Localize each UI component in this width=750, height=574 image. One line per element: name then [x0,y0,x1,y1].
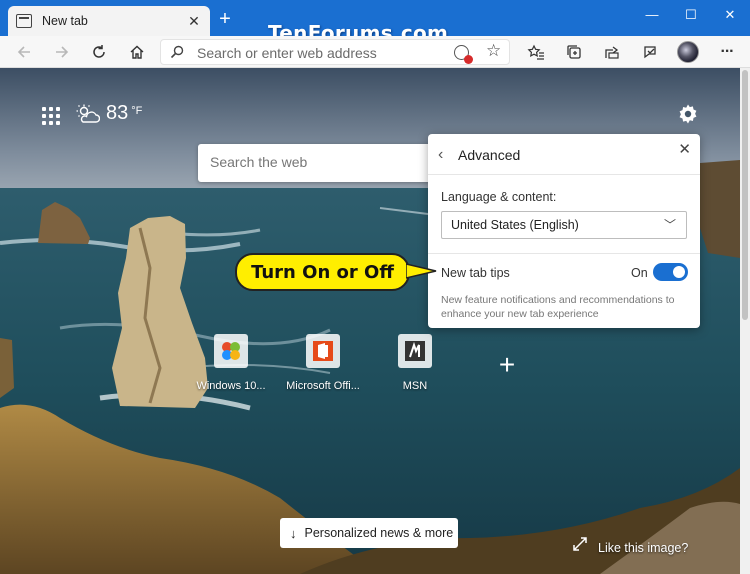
new-tab-page-icon [16,14,32,28]
home-icon [130,45,144,59]
language-select[interactable]: United States (English) ﹀ [441,211,687,239]
web-search-input[interactable] [210,154,430,170]
minimize-button[interactable]: — [632,4,672,26]
quick-link-label: MSN [402,380,428,392]
temperature-unit: °F [131,104,143,117]
title-bar: New tab ✕ + TenForums.com — ☐ ✕ [0,0,750,45]
collections-icon [567,45,581,59]
tab-close-button[interactable]: ✕ [186,13,202,30]
panel-title: Advanced [458,147,521,163]
chevron-down-icon: ﹀ [663,218,676,232]
share-button[interactable] [599,40,625,64]
tab-title: New tab [42,14,88,28]
tracking-prevention-icon[interactable] [454,45,473,64]
panel-header: ‹ Advanced ✕ [428,134,700,175]
gear-icon[interactable] [676,102,700,126]
back-button[interactable] [11,40,37,64]
forward-button[interactable] [49,40,75,64]
quick-link-label: Microsoft Offi... [286,380,360,392]
windows-logo-icon [214,334,248,368]
back-chevron-icon[interactable]: ‹ [438,146,443,164]
feedback-button[interactable] [637,40,663,64]
news-button-label: Personalized news & more [304,526,454,540]
language-select-value: United States (English) [451,218,579,232]
quick-link-label: Windows 10... [196,380,266,392]
add-quick-link-button[interactable]: + [495,351,519,379]
collections-button[interactable] [561,40,587,64]
new-tab-tips-label: New tab tips [441,266,510,280]
msn-logo-icon [398,334,432,368]
apps-grid-icon[interactable] [42,107,60,125]
new-tab-button[interactable]: + [216,8,234,30]
partly-sunny-icon [76,104,100,123]
address-bar[interactable]: ☆ [160,39,510,65]
favorite-star-icon[interactable]: ☆ [486,41,501,61]
toggle-state-text: On [631,266,648,280]
arrow-left-icon [17,46,30,58]
callout-bubble: Turn On or Off [235,253,410,291]
scrollbar-thumb[interactable] [742,70,748,320]
expand-icon[interactable] [573,537,587,551]
quick-link-msn[interactable]: MSN [375,334,455,392]
divider [428,253,700,254]
quick-link-office[interactable]: Microsoft Offi... [283,334,363,392]
tab-new-tab[interactable]: New tab ✕ [8,6,210,36]
temperature: 83 [106,102,129,124]
quick-link-windows10[interactable]: Windows 10... [191,334,271,392]
callout-pointer [406,263,437,279]
search-icon [170,45,184,59]
favorites-button[interactable] [523,40,549,64]
weather-widget[interactable]: 83 °F [76,102,142,125]
language-content-label: Language & content: [441,190,557,204]
feedback-icon [644,46,656,59]
refresh-button[interactable] [86,40,112,64]
settings-menu-button[interactable]: ··· [714,40,740,64]
close-window-button[interactable]: ✕ [710,4,750,26]
favorites-list-icon [527,44,544,60]
new-tab-page: 83 °F Windows 10... Microsoft Offi... MS… [0,68,740,574]
profile-avatar[interactable] [677,41,699,63]
like-this-image-link[interactable]: Like this image? [598,541,688,555]
home-button[interactable] [124,40,150,64]
toggle-knob [673,266,685,278]
maximize-button[interactable]: ☐ [671,4,711,26]
scrollbar[interactable] [740,68,750,574]
advanced-settings-panel: ‹ Advanced ✕ Language & content: United … [428,134,700,328]
toolbar: ☆ ··· [0,36,750,68]
refresh-icon [93,45,105,58]
web-search-box[interactable] [198,144,438,182]
new-tab-tips-description: New feature notifications and recommenda… [441,294,675,320]
office-logo-icon [306,334,340,368]
share-icon [605,46,619,59]
personalized-news-button[interactable]: ↓ Personalized news & more [280,518,458,548]
address-input[interactable] [197,43,447,62]
arrow-down-icon: ↓ [290,525,297,541]
arrow-right-icon [56,46,69,58]
close-icon[interactable]: ✕ [678,140,691,158]
new-tab-tips-toggle[interactable] [653,263,688,281]
callout-text: Turn On or Off [251,261,394,283]
